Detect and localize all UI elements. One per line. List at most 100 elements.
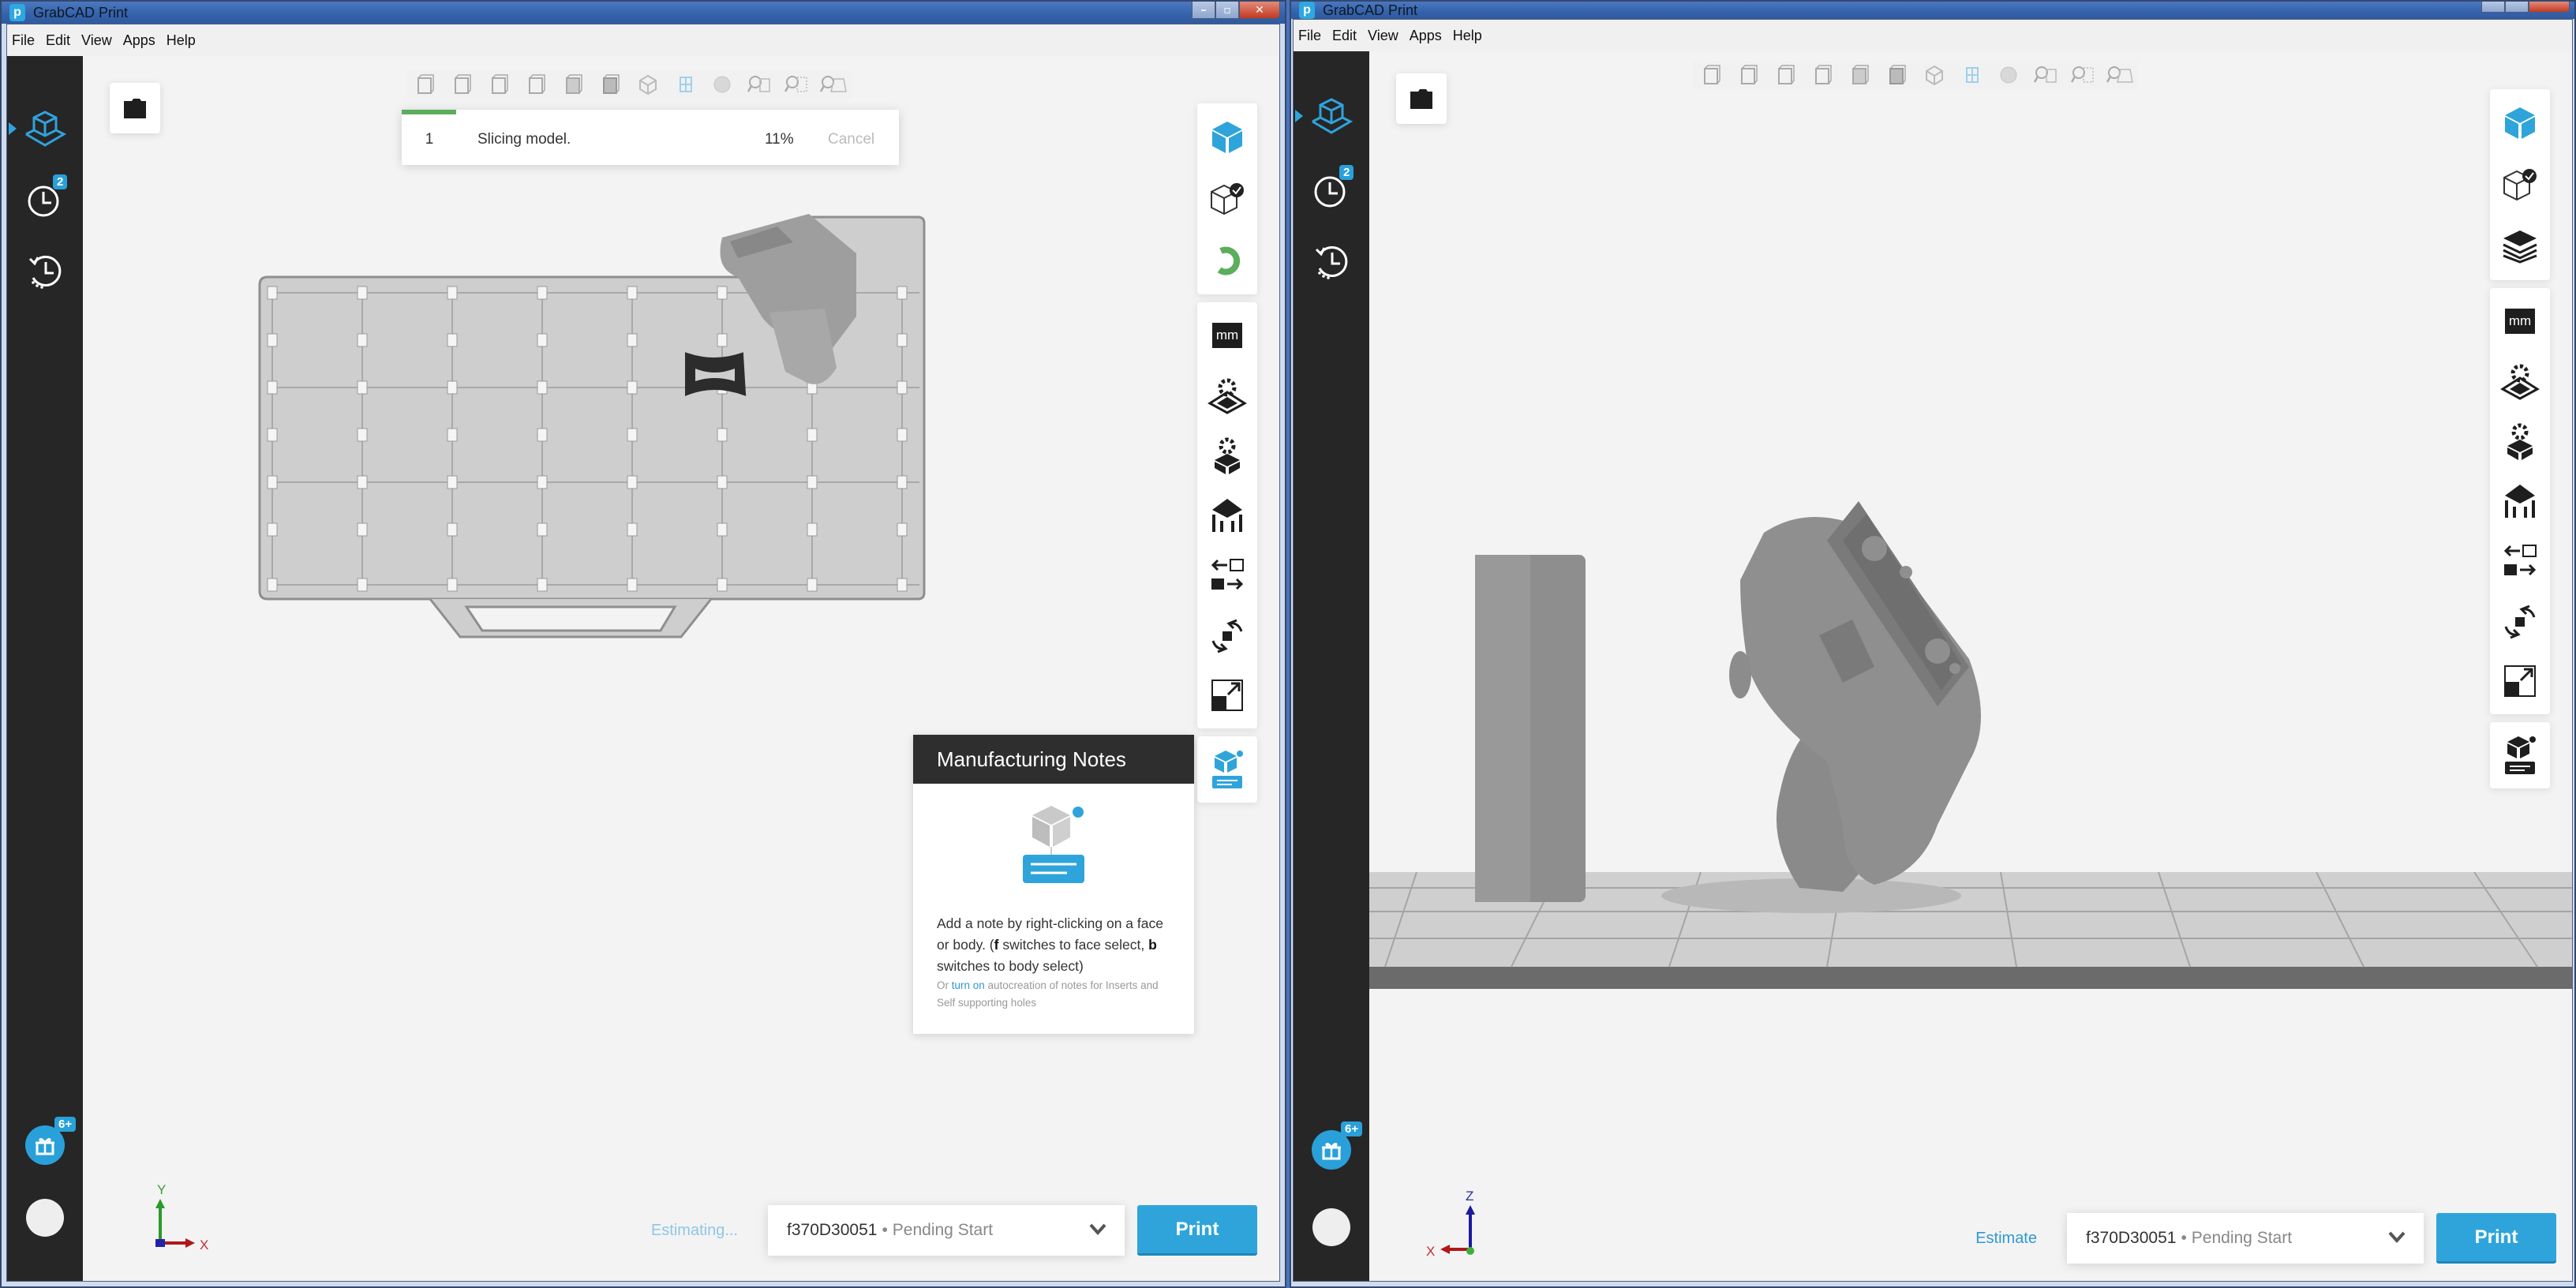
orient-button[interactable]	[1197, 605, 1257, 665]
zoom-selection-button[interactable]	[2064, 61, 2101, 89]
printer-select[interactable]: f370D30051 • Pending Start	[768, 1205, 1125, 1256]
view-top-button[interactable]	[1841, 61, 1878, 89]
print-button[interactable]: Print	[1137, 1205, 1257, 1256]
view-right-button[interactable]	[1804, 61, 1841, 89]
chevron-down-icon	[2388, 1231, 2406, 1243]
printer-select[interactable]: f370D30051 • Pending Start	[2067, 1213, 2424, 1264]
model-view-button[interactable]	[1197, 107, 1257, 168]
estimate-status[interactable]: Estimating...	[651, 1222, 738, 1240]
sidebar-item-queue[interactable]: 2	[1294, 159, 1369, 222]
view-shaded-button[interactable]	[703, 70, 740, 99]
menu-view[interactable]: View	[1368, 28, 1398, 44]
gift-badge: 6+	[54, 1117, 77, 1132]
menu-edit[interactable]: Edit	[46, 32, 70, 49]
sidebar-item-queue[interactable]: 2	[7, 168, 83, 231]
menu-file[interactable]: File	[12, 32, 35, 49]
view-left-button[interactable]	[1767, 61, 1804, 89]
orient-button[interactable]	[2490, 591, 2550, 651]
maximize-button[interactable]: ▫	[1215, 2, 1239, 19]
estimate-button[interactable]: Estimate	[1975, 1230, 2037, 1248]
model-settings-button[interactable]	[2490, 411, 2550, 471]
supports-button[interactable]	[2490, 471, 2550, 531]
manufacturing-notes-button[interactable]	[2490, 725, 2550, 785]
sidebar-item-prepare[interactable]	[1294, 84, 1369, 148]
model-block[interactable]	[1475, 555, 1586, 902]
menu-edit[interactable]: Edit	[1332, 28, 1357, 44]
maximize-button[interactable]	[2505, 2, 2529, 13]
menu-view[interactable]: View	[81, 32, 112, 49]
sidebar-item-gift[interactable]: 6+	[1294, 1118, 1369, 1181]
menu-help[interactable]: Help	[167, 32, 196, 49]
menu-apps[interactable]: Apps	[123, 32, 155, 49]
slicing-status-button[interactable]	[1197, 230, 1257, 291]
view-back-button[interactable]	[444, 70, 481, 99]
view-bottom-button[interactable]	[592, 70, 629, 99]
turn-on-autocreation-link[interactable]: turn on	[952, 979, 985, 991]
tray-clip	[717, 578, 728, 592]
scale-button[interactable]	[2490, 651, 2550, 711]
view-wireframe-button[interactable]	[1953, 61, 1990, 89]
view-front-button[interactable]	[1693, 61, 1730, 89]
active-marker	[1295, 110, 1303, 122]
arrange-button[interactable]	[1197, 545, 1257, 605]
zoom-tray-icon	[819, 76, 847, 92]
arrange-button[interactable]	[2490, 531, 2550, 591]
tray-settings-button[interactable]	[2490, 351, 2550, 411]
sidebar-item-history[interactable]	[1294, 230, 1369, 293]
notes-autocreation-hint: Or turn on autocreation of notes for Ins…	[937, 979, 1159, 1009]
sidebar-item-account[interactable]	[1294, 1196, 1369, 1259]
zoom-tray-button[interactable]	[814, 70, 852, 99]
units-button[interactable]: mm	[1197, 305, 1257, 365]
slice-layers-button[interactable]	[2490, 215, 2550, 277]
view-iso-button[interactable]	[629, 70, 666, 99]
viewport-3d[interactable]: mm Z X Estimate f370D30051 • Pending Sta…	[1369, 51, 2572, 1281]
zoom-selection-button[interactable]	[777, 70, 814, 99]
minimize-button[interactable]: –	[1192, 2, 1215, 19]
viewport-tray-top[interactable]: 1 Slicing model. 11% Cancel mm Manufactu…	[83, 56, 1279, 1281]
sidebar-item-history[interactable]	[7, 239, 83, 302]
sidebar-item-gift[interactable]: 6+	[7, 1114, 83, 1177]
zoom-fit-button[interactable]	[2027, 61, 2064, 89]
view-right-button[interactable]	[518, 70, 555, 99]
check-model-button[interactable]	[1197, 168, 1257, 230]
orient-icon	[1211, 619, 1243, 653]
model-settings-button[interactable]	[1197, 425, 1257, 485]
view-shaded-button[interactable]	[1990, 61, 2027, 89]
tray-clip	[447, 380, 458, 395]
tray-settings-button[interactable]	[1197, 365, 1257, 425]
scale-button[interactable]	[1197, 665, 1257, 725]
view-wireframe-button[interactable]	[666, 70, 703, 99]
view-left-button[interactable]	[481, 70, 518, 99]
zoom-fit-button[interactable]	[740, 70, 777, 99]
menu-file[interactable]: File	[1298, 28, 1321, 44]
model-view-button[interactable]	[2490, 92, 2550, 154]
view-top-button[interactable]	[555, 70, 592, 99]
close-button[interactable]: ✕	[1239, 2, 1280, 19]
check-model-button[interactable]	[2490, 154, 2550, 215]
cancel-slicing-button[interactable]: Cancel	[828, 131, 899, 148]
avatar	[26, 1199, 64, 1237]
menu-apps[interactable]: Apps	[1410, 28, 1442, 44]
zoom-tray-button[interactable]	[2101, 61, 2138, 89]
menu-help[interactable]: Help	[1453, 28, 1482, 44]
view-back-button[interactable]	[1730, 61, 1767, 89]
toolbar-group-view	[2490, 89, 2550, 280]
axis-triad: Y X	[155, 1182, 208, 1252]
print-button[interactable]: Print	[2436, 1213, 2556, 1264]
manufacturing-notes-button[interactable]	[1197, 739, 1257, 799]
close-button[interactable]	[2529, 2, 2570, 13]
open-file-button[interactable]	[110, 83, 160, 133]
model-part-2[interactable]	[685, 352, 747, 396]
units-button[interactable]: mm	[2490, 291, 2550, 351]
open-file-button[interactable]	[1396, 73, 1447, 124]
shaded-view-icon	[713, 76, 730, 93]
view-front-button[interactable]	[406, 70, 444, 99]
view-bottom-button[interactable]	[1878, 61, 1915, 89]
sidebar-item-account[interactable]	[7, 1186, 83, 1249]
view-iso-button[interactable]	[1915, 61, 1953, 89]
minimize-button[interactable]	[2481, 2, 2505, 13]
supports-button[interactable]	[1197, 485, 1257, 545]
sidebar-item-prepare[interactable]	[7, 97, 83, 160]
model-handle-part[interactable]	[1729, 501, 1981, 892]
tray-clip	[267, 428, 278, 442]
